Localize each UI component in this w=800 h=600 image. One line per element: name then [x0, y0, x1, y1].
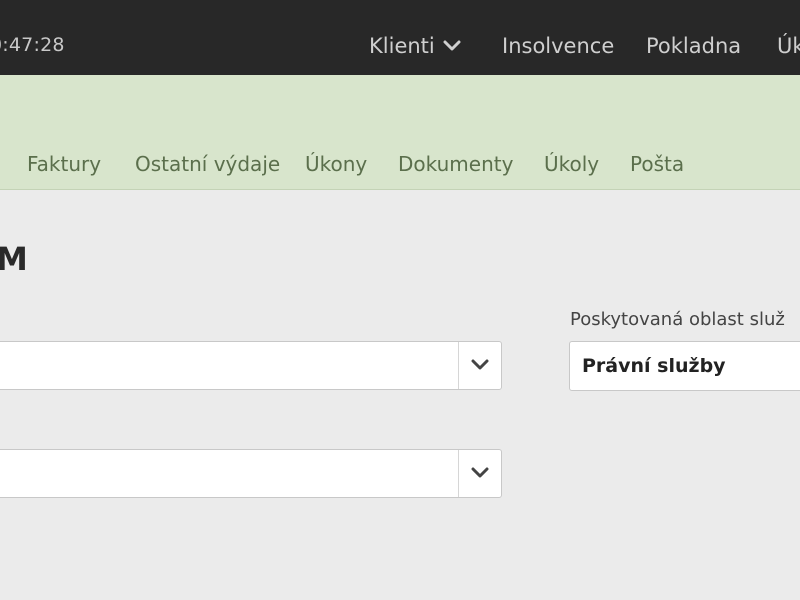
chevron-down-icon — [443, 33, 461, 57]
tab-faktury[interactable]: Faktury — [27, 152, 101, 176]
nav-item-ukony[interactable]: Úk — [777, 34, 800, 58]
select-field-2[interactable] — [0, 449, 502, 498]
select-toggle[interactable] — [458, 342, 501, 389]
select-field-1[interactable] — [0, 341, 502, 390]
nav-item-insolvence[interactable]: Insolvence — [502, 34, 614, 58]
chevron-down-icon — [471, 464, 489, 483]
chevron-down-icon — [471, 356, 489, 375]
nav-item-label: Klienti — [369, 34, 435, 58]
service-area-label: Poskytovaná oblast služ — [570, 309, 785, 330]
top-navbar: 0:47:28 Klienti Insolvence Pokladna Úk — [0, 0, 800, 75]
page-title: M — [0, 240, 28, 278]
nav-item-pokladna[interactable]: Pokladna — [646, 34, 741, 58]
tab-ukoly[interactable]: Úkoly — [544, 152, 599, 176]
tab-ostatni-vydaje[interactable]: Ostatní výdaje — [135, 152, 280, 176]
tab-ukony[interactable]: Úkony — [305, 152, 367, 176]
select-toggle[interactable] — [458, 450, 501, 497]
service-area-value: Právní služby — [582, 355, 726, 377]
tab-posta[interactable]: Pošta — [630, 152, 684, 176]
nav-item-klienti[interactable]: Klienti — [369, 34, 461, 58]
service-area-select[interactable]: Právní služby — [569, 341, 800, 391]
tab-dokumenty[interactable]: Dokumenty — [398, 152, 513, 176]
session-timer: 0:47:28 — [0, 34, 65, 56]
